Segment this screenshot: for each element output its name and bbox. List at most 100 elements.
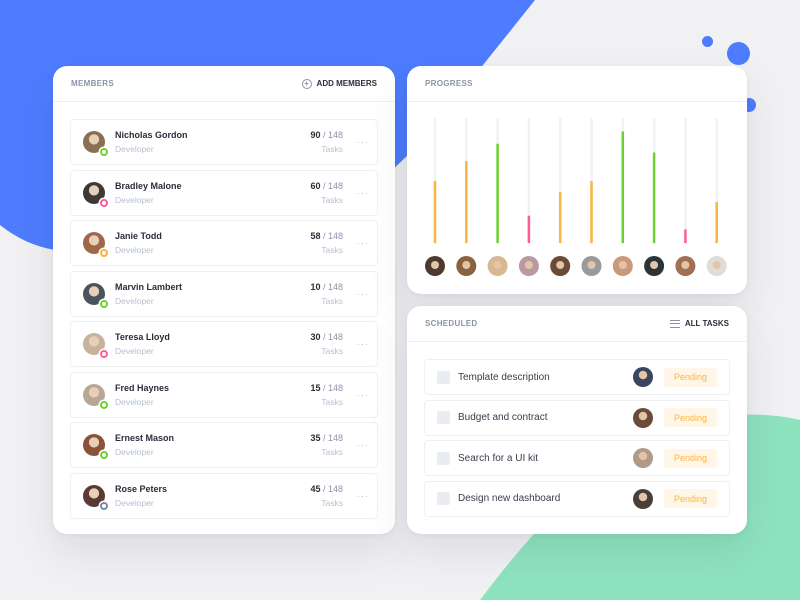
avatar-face xyxy=(493,261,502,269)
status-badge: Pending xyxy=(664,448,717,468)
tasks-done: 60 xyxy=(310,180,321,191)
member-avatar[interactable] xyxy=(456,256,477,276)
tasks-unit: Tasks xyxy=(321,497,343,508)
member-info: Nicholas Gordon Developer xyxy=(115,130,310,154)
tasks-done: 35 xyxy=(310,433,321,443)
task-count: 90 / 148 xyxy=(310,130,343,140)
member-avatar[interactable] xyxy=(706,256,727,276)
avatar-face xyxy=(712,261,721,269)
status-badge: Pending xyxy=(664,408,717,427)
more-options-icon[interactable]: ··· xyxy=(357,440,369,450)
status-indicator xyxy=(100,148,108,156)
tasks-total: / 148 xyxy=(322,332,343,342)
members-card: MEMBERS + ADD MEMBERS Nicholas Gordon De… xyxy=(53,66,395,534)
all-tasks-button[interactable]: ALL TASKS xyxy=(669,319,729,328)
avatar-face xyxy=(587,261,596,269)
member-avatar[interactable] xyxy=(581,256,602,276)
task-checkbox[interactable] xyxy=(437,492,450,505)
avatar xyxy=(83,131,108,156)
member-row[interactable]: Bradley Malone Developer 60 / 148 Tasks … xyxy=(70,169,378,216)
task-list: Template description Pending Budget and … xyxy=(407,342,747,517)
member-stats: 45 / 148 Tasks xyxy=(310,484,343,508)
status-indicator xyxy=(100,198,108,207)
member-name: Ernest Mason xyxy=(115,433,175,443)
task-row[interactable]: Design new dashboard Pending xyxy=(424,480,730,517)
avatar-face xyxy=(462,261,471,269)
member-info: Teresa Lloyd Developer xyxy=(115,332,310,356)
member-stats: 15 / 148 Tasks xyxy=(310,383,343,407)
member-avatar[interactable] xyxy=(612,256,633,276)
task-row[interactable]: Template description Pending xyxy=(424,359,730,395)
member-avatar[interactable] xyxy=(518,256,539,276)
tasks-unit: Tasks xyxy=(321,144,343,154)
task-row[interactable]: Search for a UI kit Pending xyxy=(424,440,730,476)
more-options-icon[interactable]: ··· xyxy=(357,137,369,147)
member-role: Developer xyxy=(115,144,154,154)
task-count: 15 / 148 xyxy=(310,383,343,393)
member-row[interactable]: Marvin Lambert Developer 10 / 148 Tasks … xyxy=(70,270,378,317)
tasks-unit: Tasks xyxy=(321,447,343,457)
assignee-avatar xyxy=(633,488,653,509)
member-stats: 30 / 148 Tasks xyxy=(310,332,343,356)
add-members-label: ADD MEMBERS xyxy=(316,79,377,88)
avatar xyxy=(83,434,108,459)
task-count: 35 / 148 xyxy=(310,433,343,443)
task-row[interactable]: Budget and contract Pending xyxy=(424,399,730,436)
tasks-total: / 148 xyxy=(322,231,343,241)
avatar-face xyxy=(681,261,690,269)
member-avatar[interactable] xyxy=(644,256,665,276)
all-tasks-label: ALL TASKS xyxy=(684,319,729,328)
member-row[interactable]: Ernest Mason Developer 35 / 148 Tasks ··… xyxy=(70,422,378,468)
status-indicator xyxy=(100,350,108,358)
more-options-icon[interactable]: ··· xyxy=(357,188,369,198)
task-title: Budget and contract xyxy=(458,412,548,423)
tasks-total: / 148 xyxy=(322,483,343,494)
member-role: Developer xyxy=(115,194,154,205)
member-stats: 90 / 148 Tasks xyxy=(310,130,343,154)
tasks-unit: Tasks xyxy=(321,194,343,205)
tasks-unit: Tasks xyxy=(321,295,343,306)
member-name: Janie Todd xyxy=(115,231,162,241)
avatar-face xyxy=(524,261,533,269)
member-stats: 58 / 148 Tasks xyxy=(310,231,343,255)
members-list: Nicholas Gordon Developer 90 / 148 Tasks… xyxy=(53,102,395,519)
more-options-icon[interactable]: ··· xyxy=(357,289,369,299)
more-options-icon[interactable]: ··· xyxy=(357,238,369,248)
member-stats: 10 / 148 Tasks xyxy=(310,282,343,306)
member-name: Teresa Lloyd xyxy=(115,332,170,342)
member-info: Bradley Malone Developer xyxy=(115,181,310,205)
scheduled-header: SCHEDULED ALL TASKS xyxy=(407,306,747,342)
task-title: Template description xyxy=(458,371,550,383)
more-options-icon[interactable]: ··· xyxy=(357,390,369,400)
task-checkbox[interactable] xyxy=(437,451,450,465)
progress-title: PROGRESS xyxy=(425,79,473,88)
status-indicator xyxy=(100,249,108,257)
member-avatar[interactable] xyxy=(550,256,571,276)
member-avatar[interactable] xyxy=(487,256,508,276)
member-avatar[interactable] xyxy=(675,256,696,276)
tasks-total: / 148 xyxy=(322,180,343,191)
scheduled-card: SCHEDULED ALL TASKS Template description… xyxy=(407,306,747,534)
task-checkbox[interactable] xyxy=(437,370,450,384)
member-role: Developer xyxy=(115,447,154,457)
status-indicator xyxy=(100,451,108,459)
member-row[interactable]: Fred Haynes Developer 15 / 148 Tasks ··· xyxy=(70,371,378,418)
member-avatar[interactable] xyxy=(425,256,445,276)
member-row[interactable]: Rose Peters Developer 45 / 148 Tasks ··· xyxy=(70,472,378,519)
member-row[interactable]: Teresa Lloyd Developer 30 / 148 Tasks ··… xyxy=(70,321,378,367)
add-members-button[interactable]: + ADD MEMBERS xyxy=(301,78,377,89)
assignee-avatar xyxy=(633,407,653,428)
member-row[interactable]: Janie Todd Developer 58 / 148 Tasks ··· xyxy=(70,220,378,266)
member-row[interactable]: Nicholas Gordon Developer 90 / 148 Tasks… xyxy=(70,119,378,165)
more-options-icon[interactable]: ··· xyxy=(357,339,369,349)
tasks-unit: Tasks xyxy=(321,245,343,255)
tasks-done: 45 xyxy=(310,483,321,494)
more-options-icon[interactable]: ··· xyxy=(357,491,369,501)
task-checkbox[interactable] xyxy=(437,411,450,424)
task-count: 10 / 148 xyxy=(310,282,343,292)
member-name: Marvin Lambert xyxy=(115,281,183,292)
member-name: Rose Peters xyxy=(115,483,168,494)
assignee-avatar xyxy=(633,448,653,468)
avatar xyxy=(83,484,108,510)
decor-dot-medium xyxy=(727,42,750,65)
